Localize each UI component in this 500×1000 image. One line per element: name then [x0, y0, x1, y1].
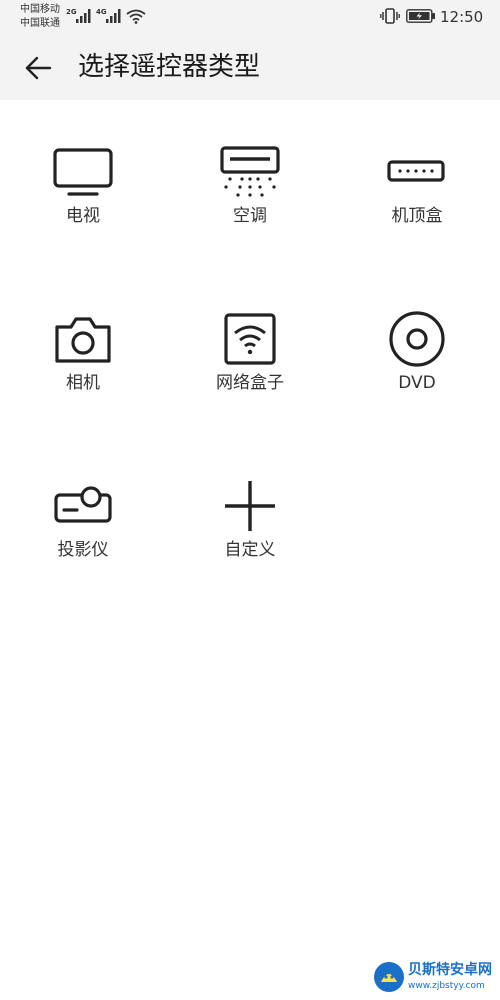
- device-label: 投影仪: [57, 540, 109, 560]
- dvd-icon: [385, 307, 449, 371]
- device-item-set-top-box[interactable]: 机顶盒: [337, 100, 497, 226]
- carrier-1-label: 中国移动: [20, 4, 60, 15]
- screen: 中国移动 中国联通 2G 4G 12:50 选择遥控器类型 电视 空调 机顶盒 …: [0, 0, 500, 1000]
- header: 选择遥控器类型: [0, 34, 500, 100]
- signal-icon: [106, 9, 121, 23]
- carrier-2-label: 中国联通: [20, 18, 60, 29]
- air-conditioner-icon: [218, 140, 282, 204]
- device-item-network-box[interactable]: 网络盒子: [170, 267, 330, 393]
- page-title: 选择遥控器类型: [78, 52, 261, 82]
- status-bar: 中国移动 中国联通 2G 4G 12:50: [0, 0, 500, 34]
- signal-icon: [76, 9, 91, 23]
- device-label: 自定义: [224, 540, 276, 560]
- watermark-url: www.zjbstyy.com: [408, 981, 485, 991]
- watermark: 贝斯特安卓网 www.zjbstyy.com: [372, 960, 498, 998]
- carrier-labels: 中国移动 中国联通: [20, 3, 60, 31]
- watermark-name: 贝斯特安卓网: [408, 962, 492, 978]
- device-item-dvd[interactable]: DVD: [337, 267, 497, 393]
- device-item-custom[interactable]: 自定义: [170, 434, 330, 560]
- projector-icon: [51, 474, 115, 538]
- plus-icon: [218, 474, 282, 538]
- device-label: 空调: [233, 206, 267, 226]
- device-label: 机顶盒: [391, 206, 443, 226]
- device-item-camera[interactable]: 相机: [3, 267, 163, 393]
- device-label: DVD: [398, 373, 436, 393]
- device-item-tv[interactable]: 电视: [3, 100, 163, 226]
- device-label: 电视: [66, 206, 100, 226]
- device-label: 网络盒子: [216, 373, 284, 393]
- back-button[interactable]: [20, 50, 56, 86]
- wifi-icon: [126, 9, 146, 24]
- set-top-box-icon: [385, 140, 449, 204]
- tv-icon: [51, 140, 115, 204]
- clock: 12:50: [440, 8, 484, 26]
- camera-icon: [51, 307, 115, 371]
- watermark-logo-icon: [374, 962, 404, 992]
- device-item-air-conditioner[interactable]: 空调: [170, 100, 330, 226]
- battery-charging-icon: [406, 9, 435, 23]
- vibrate-icon: [380, 8, 400, 24]
- network-box-icon: [218, 307, 282, 371]
- device-label: 相机: [66, 373, 100, 393]
- top-bar: 中国移动 中国联通 2G 4G 12:50 选择遥控器类型: [0, 0, 500, 100]
- device-item-projector[interactable]: 投影仪: [3, 434, 163, 560]
- arrow-left-icon: [25, 56, 52, 80]
